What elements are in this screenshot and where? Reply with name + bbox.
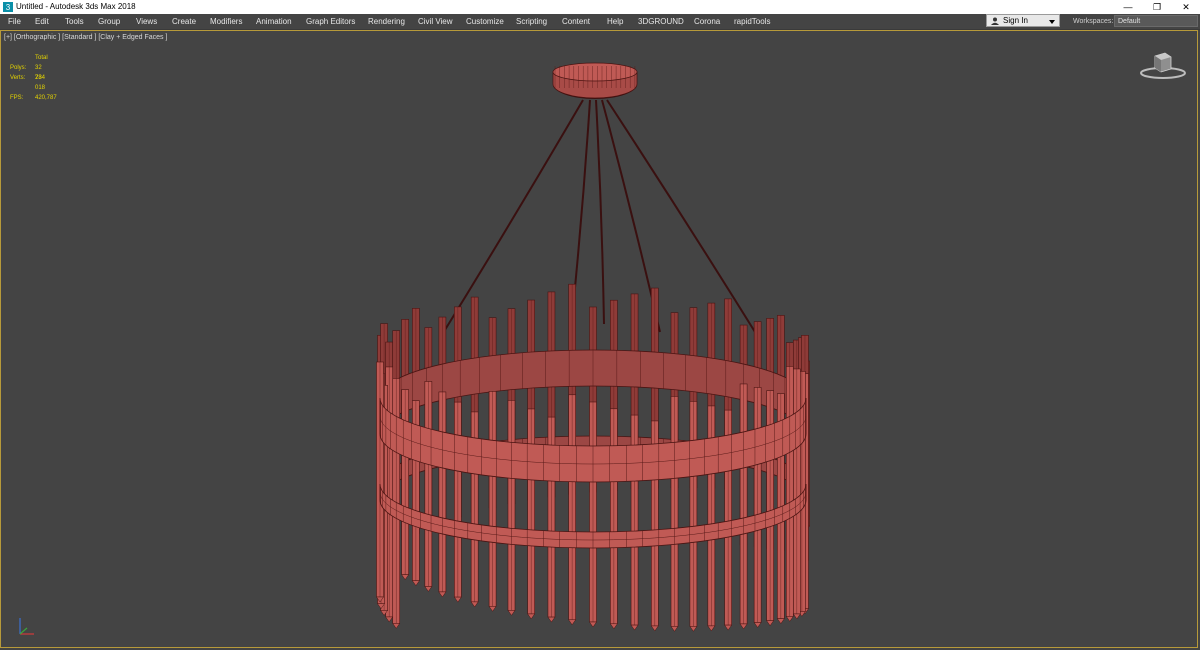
menu-file[interactable]: File [8,14,21,29]
axis-tripod-icon [19,618,34,635]
crystal-rod-tip [507,610,516,616]
crystal-rod-tip [707,625,716,632]
crystal-rod-tip [453,596,462,603]
crystal-rod-tip [385,616,394,623]
verts-value: 23 018 [35,75,46,91]
crystal-rod-tip [753,622,762,628]
crystal-rod-tip [438,591,447,598]
crystal-rod-tip [609,623,618,630]
menu-animation[interactable]: Animation [256,14,292,29]
viewport-label[interactable]: [+] [Orthographic ] [Standard ] [Clay + … [4,34,167,41]
crystal-rod-tip [689,626,698,632]
canopy-top [552,62,638,82]
chevron-down-icon [1049,20,1055,24]
crystal-rod-tip [424,586,433,592]
menu-3dground[interactable]: 3DGROUND [638,14,684,29]
crystal-rod-tip [470,601,479,608]
crystal-rod-tip [739,623,748,630]
minimize-button[interactable]: — [1113,0,1143,14]
svg-text:3: 3 [6,3,11,12]
crystal-rod-tip [724,624,733,631]
crystal-rod-tip [776,618,785,625]
3ds-max-app-icon: 3 [3,2,13,12]
crystal-rod-tip [392,623,401,629]
menu-graph-editors[interactable]: Graph Editors [306,14,355,29]
ceiling-canopy [552,62,638,99]
crystal-rod-tip [401,574,410,581]
workspaces-dropdown[interactable]: Default [1114,15,1198,27]
close-button[interactable]: ✕ [1171,0,1200,14]
fps-value: 420,787 [35,95,57,101]
window-title: Untitled - Autodesk 3ds Max 2018 [16,2,136,11]
menu-modifiers[interactable]: Modifiers [210,14,242,29]
crystal-rod-tip [411,580,420,587]
menu-content[interactable]: Content [562,14,590,29]
title-bar: 3 Untitled - Autodesk 3ds Max 2018 — ❐ ✕ [0,0,1200,14]
crystal-rod-tip [488,606,497,612]
crystal-rod-tip [630,624,639,631]
suspension-cable [439,99,584,339]
menu-views[interactable]: Views [136,14,157,29]
user-icon [991,17,999,25]
menu-customize[interactable]: Customize [466,14,504,29]
restore-button[interactable]: ❐ [1142,0,1172,14]
workspaces-label: Workspaces: [1073,18,1114,25]
menu-help[interactable]: Help [607,14,623,29]
menu-rapidtools[interactable]: rapidTools [734,14,770,29]
sign-in-button[interactable]: Sign In [986,14,1060,27]
suspension-cable [606,99,761,341]
crystal-rod-tip [766,620,775,627]
menu-rendering[interactable]: Rendering [368,14,405,29]
menu-civil-view[interactable]: Civil View [418,14,453,29]
viewcube-icon[interactable] [1138,50,1188,82]
crystal-rod-tip [650,625,659,632]
crystal-rod-tip [785,616,794,622]
menu-group[interactable]: Group [98,14,120,29]
crystal-rod-tip [527,613,536,620]
crystal-rod-tip [547,616,556,623]
sign-in-label: Sign In [1003,16,1028,25]
menu-corona[interactable]: Corona [694,14,720,29]
crystal-rod-tip [568,619,577,626]
crystal-rod-tip [792,613,801,620]
menu-create[interactable]: Create [172,14,196,29]
stats-header: Total [35,55,48,61]
menu-tools[interactable]: Tools [65,14,84,29]
front-crystal-rods [376,361,809,632]
crystal-rod-tip [670,626,679,632]
suspension-cable [595,99,605,325]
menu-scripting[interactable]: Scripting [516,14,547,29]
crystal-rod-tip [589,621,597,628]
chandelier-model[interactable] [0,30,1198,648]
menu-edit[interactable]: Edit [35,14,49,29]
